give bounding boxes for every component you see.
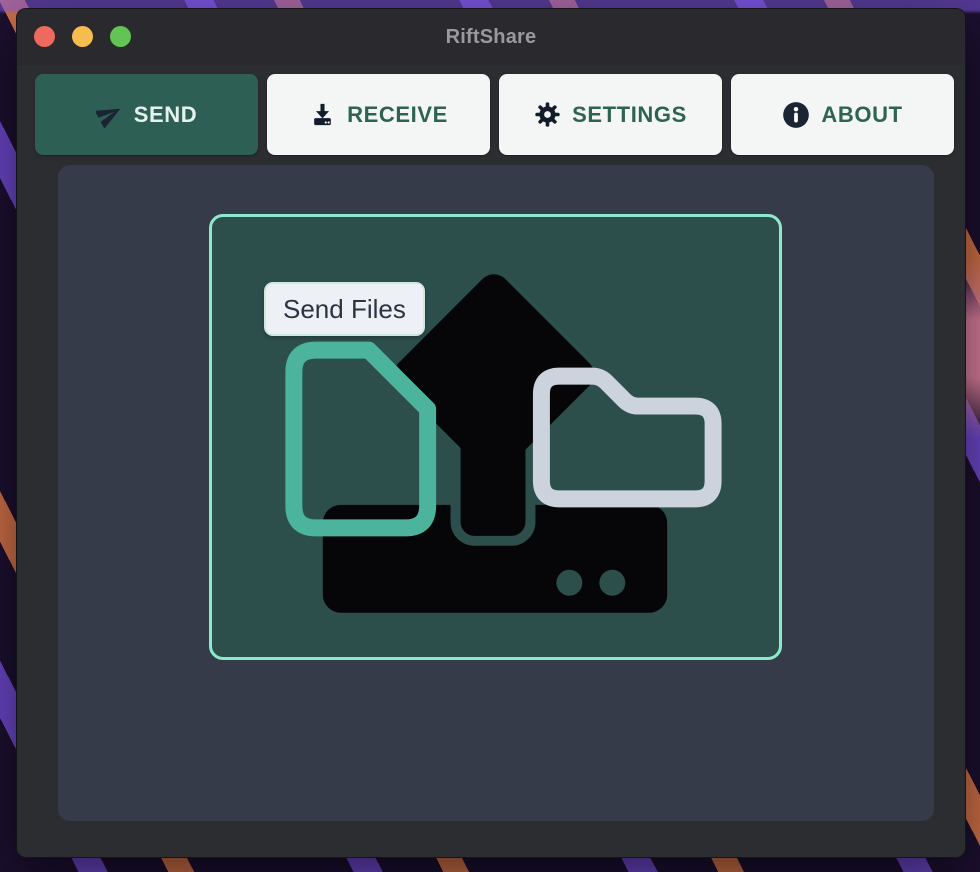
- send-files-button[interactable]: Send Files: [264, 282, 425, 336]
- tab-about[interactable]: ABOUT: [731, 74, 954, 155]
- paper-plane-icon: [96, 101, 123, 128]
- window-bottom-chrome: [17, 819, 965, 857]
- window-title: RiftShare: [17, 9, 965, 65]
- tab-settings-label: SETTINGS: [572, 102, 687, 128]
- tab-receive-label: RECEIVE: [347, 102, 448, 128]
- file-drop-zone[interactable]: Send Files: [209, 214, 782, 660]
- download-tray-icon: [309, 101, 336, 128]
- title-bar: RiftShare: [17, 9, 965, 65]
- tab-receive[interactable]: RECEIVE: [267, 74, 490, 155]
- send-view-panel: Send Files: [58, 165, 934, 821]
- tab-about-label: ABOUT: [821, 102, 902, 128]
- tab-settings[interactable]: SETTINGS: [499, 74, 722, 155]
- tab-bar: SEND RECEIVE: [35, 74, 954, 155]
- tab-send[interactable]: SEND: [35, 74, 258, 155]
- tab-send-label: SEND: [134, 102, 198, 128]
- riftshare-window: RiftShare SEND RECEIVE: [16, 8, 966, 858]
- info-circle-icon: [782, 101, 810, 129]
- gear-icon: [534, 101, 561, 128]
